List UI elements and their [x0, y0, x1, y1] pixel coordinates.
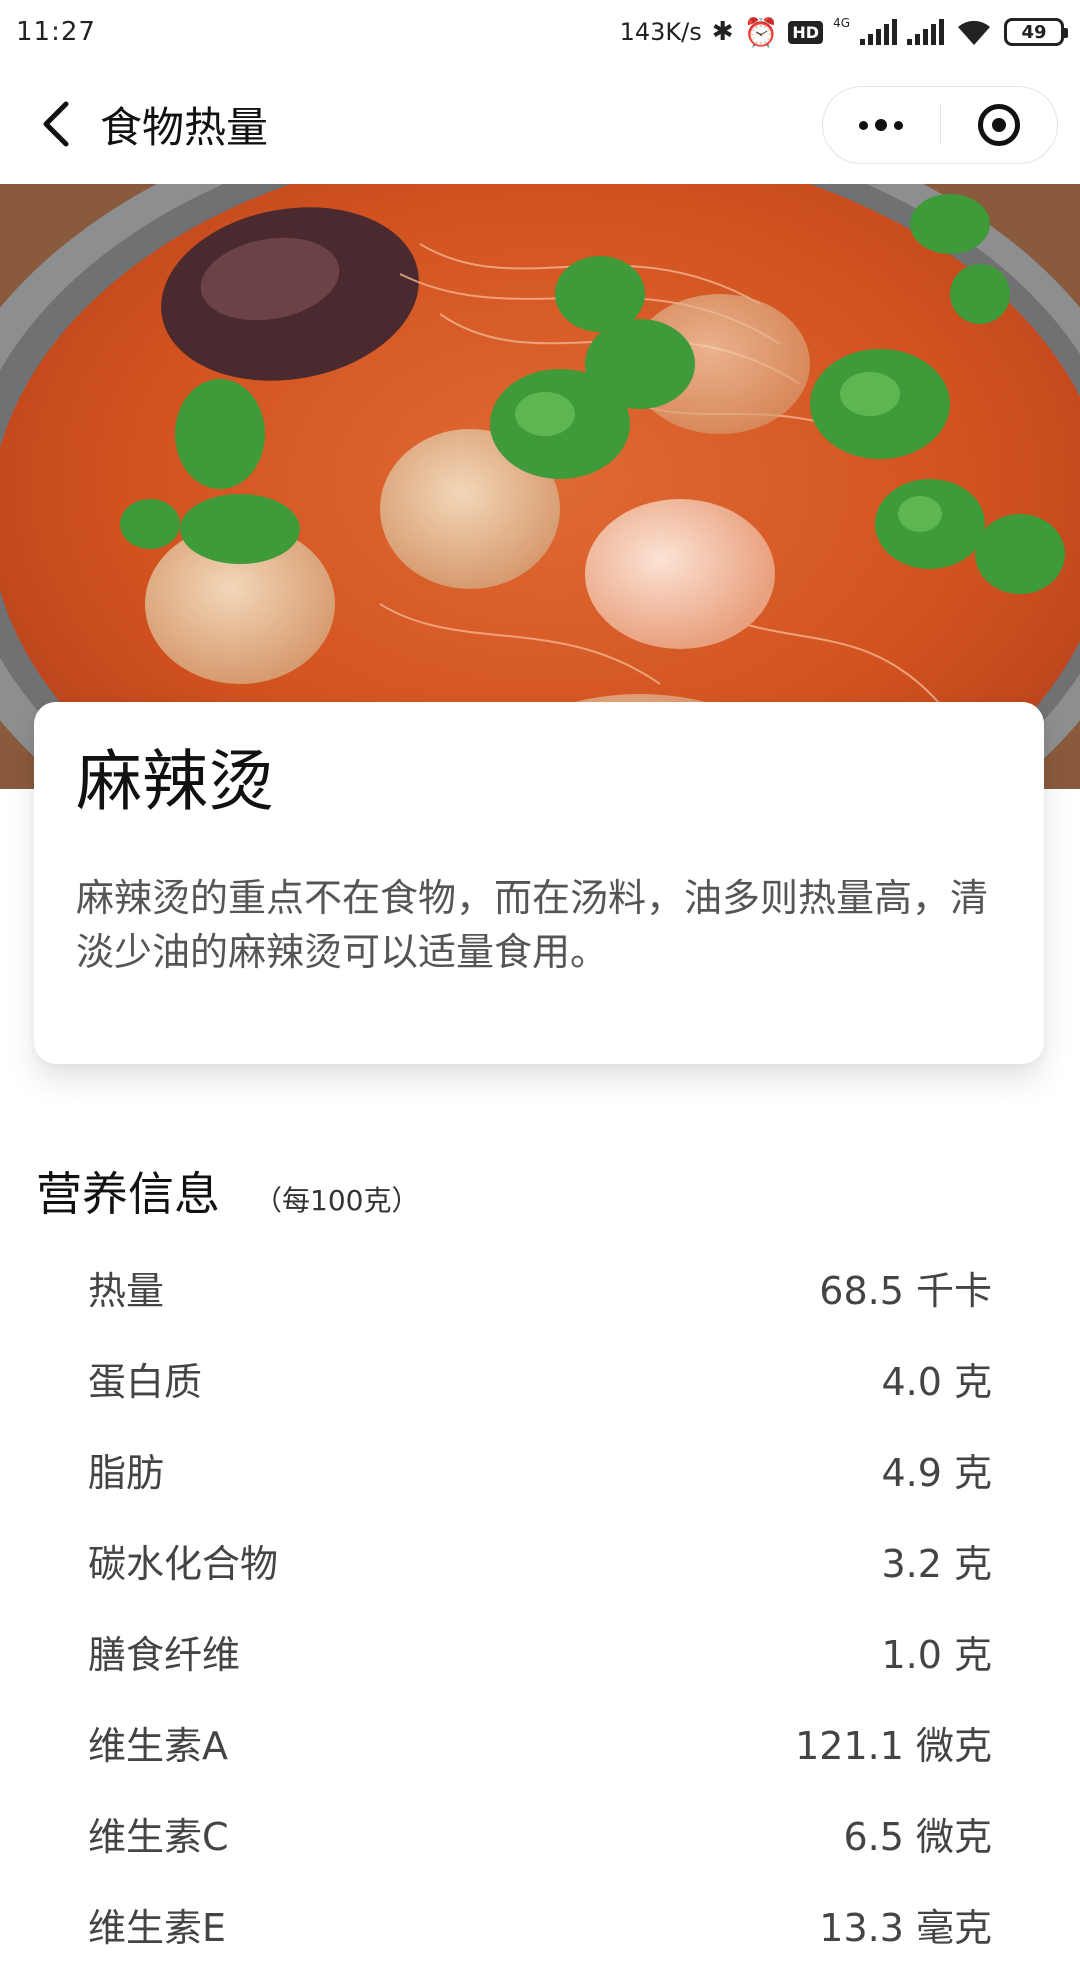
nutrition-value: 6.5 微克: [843, 1815, 992, 1859]
status-icons: 143K/s ✱ ⏰ HD 4G 49: [619, 15, 1068, 49]
nutrition-label: 碳水化合物: [88, 1542, 279, 1586]
food-description: 麻辣烫的重点不在食物，而在汤料，油多则热量高，清淡少油的麻辣烫可以适量食用。: [76, 875, 989, 974]
nutrition-value: 4.9 克: [881, 1451, 992, 1495]
more-dots-icon: [859, 119, 904, 131]
nutrition-row-calories: 热量 68.5 千卡: [88, 1242, 992, 1333]
nutrition-row-carbs: 碳水化合物 3.2 克: [88, 1515, 992, 1606]
status-time: 11:27: [16, 17, 96, 47]
nutrition-label: 维生素C: [88, 1815, 229, 1859]
nutrition-row-fiber: 膳食纤维 1.0 克: [88, 1606, 992, 1697]
food-info-card: 麻辣烫 麻辣烫的重点不在食物，而在汤料，油多则热量高，清淡少油的麻辣烫可以适量食…: [34, 702, 1044, 1064]
nutrition-row-vitamin-e: 维生素E 13.3 毫克: [88, 1879, 992, 1970]
more-button[interactable]: [823, 87, 940, 163]
food-photo-illustration: [0, 184, 1080, 789]
alarm-icon: ⏰: [743, 15, 779, 49]
nav-bar: 食物热量: [0, 64, 1080, 184]
nutrition-row-fat: 脂肪 4.9 克: [88, 1424, 992, 1515]
nutrition-title: 营养信息: [36, 1167, 220, 1221]
hd-badge: HD: [788, 20, 824, 44]
nutrition-value: 68.5 千卡: [819, 1269, 992, 1313]
nutrition-row-vitamin-c: 维生素C 6.5 微克: [88, 1788, 992, 1879]
nutrition-value: 4.0 克: [881, 1360, 992, 1404]
nutrition-value: 3.2 克: [881, 1542, 992, 1586]
nutrition-label: 维生素A: [88, 1724, 228, 1768]
nutrition-label: 维生素E: [88, 1906, 227, 1950]
nutrition-value: 1.0 克: [881, 1633, 992, 1677]
nutrition-value: 13.3 毫克: [819, 1906, 992, 1950]
net-speed: 143K/s: [619, 18, 702, 46]
nutrition-label: 热量: [88, 1269, 165, 1313]
back-button[interactable]: [30, 96, 80, 152]
network-type: 4G: [833, 15, 850, 30]
nutrition-list: 热量 68.5 千卡 蛋白质 4.0 克 脂肪 4.9 克 碳水化合物 3.2 …: [88, 1242, 992, 1970]
food-name: 麻辣烫: [76, 743, 274, 820]
nutrition-header: 营养信息 （每100克）: [36, 1158, 419, 1224]
close-mini-program-button[interactable]: [941, 87, 1058, 163]
nutrition-row-protein: 蛋白质 4.0 克: [88, 1333, 992, 1424]
bluetooth-icon: ✱: [711, 17, 734, 47]
nutrition-label: 脂肪: [88, 1451, 165, 1495]
battery-level: 49: [1021, 21, 1047, 43]
signal-icon: [860, 19, 897, 45]
food-image: [0, 184, 1080, 789]
nutrition-label: 膳食纤维: [88, 1633, 241, 1677]
page-title: 食物热量: [100, 103, 269, 152]
status-bar: 11:27 143K/s ✱ ⏰ HD 4G 49: [0, 0, 1080, 64]
wifi-icon: [958, 20, 990, 45]
back-arrow-icon: [43, 101, 69, 147]
target-icon: [977, 104, 1020, 146]
nutrition-row-vitamin-a: 维生素A 121.1 微克: [88, 1697, 992, 1788]
nutrition-unit: （每100克）: [254, 1184, 420, 1217]
nutrition-value: 121.1 微克: [795, 1724, 992, 1768]
battery-icon: 49: [1004, 18, 1068, 46]
mini-program-capsule: [822, 86, 1058, 164]
nutrition-label: 蛋白质: [88, 1360, 203, 1404]
signal-icon-2: [907, 19, 944, 45]
